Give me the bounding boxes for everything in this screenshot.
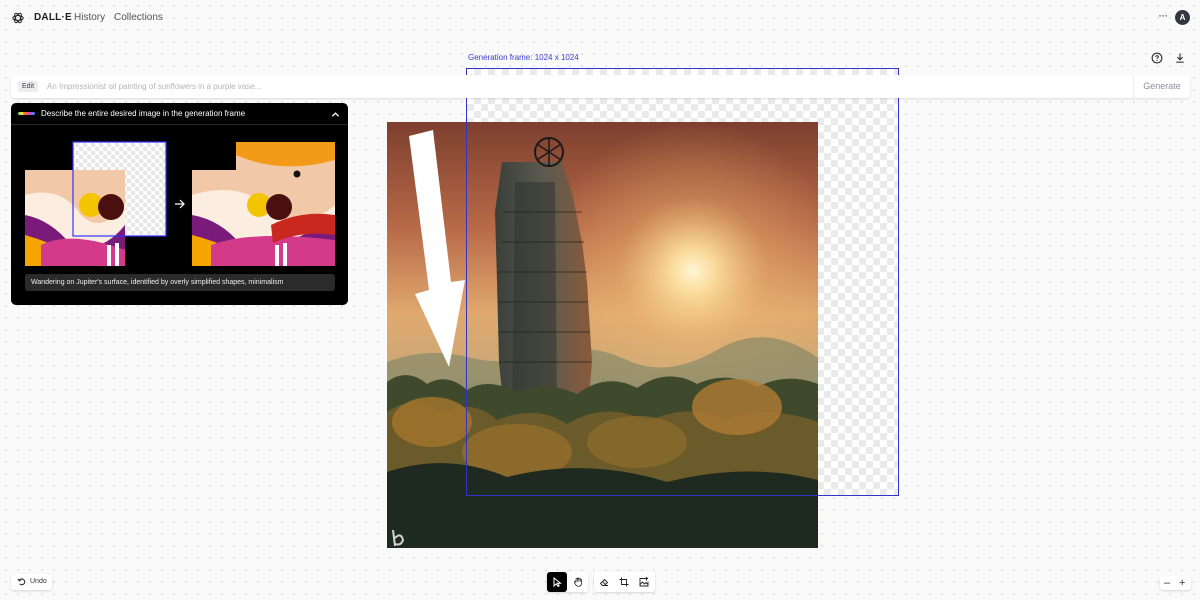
canvas-image-artwork xyxy=(387,122,818,548)
generation-frame-label: Generation frame: 1024 x 1024 xyxy=(468,53,579,62)
add-generation-frame-button[interactable] xyxy=(614,572,634,592)
help-icon[interactable] xyxy=(1151,52,1163,64)
undo-label: Undo xyxy=(30,578,47,585)
image-upload-icon xyxy=(639,577,649,587)
prompt-input[interactable] xyxy=(47,79,1127,94)
user-avatar[interactable]: A xyxy=(1175,10,1190,25)
undo-button[interactable]: Undo xyxy=(11,574,52,590)
tip-example-caption: Wandering on Jupiter's surface, identifi… xyxy=(25,274,335,291)
crop-frame-icon xyxy=(619,577,629,587)
tool-group-editing xyxy=(594,572,655,592)
eraser-icon xyxy=(599,578,609,586)
undo-icon xyxy=(17,578,26,586)
upload-image-button[interactable] xyxy=(634,572,654,592)
cursor-arrow-icon xyxy=(553,577,562,587)
zoom-controls: – + xyxy=(1160,576,1191,590)
tool-group-navigation xyxy=(547,572,588,592)
brand-name[interactable]: DALL·E xyxy=(34,12,72,23)
select-tool-button[interactable] xyxy=(547,572,567,592)
openai-logo-icon[interactable] xyxy=(11,11,25,25)
edit-badge: Edit xyxy=(18,81,39,92)
eraser-tool-button[interactable] xyxy=(594,572,614,592)
tip-header[interactable]: Describe the entire desired image in the… xyxy=(11,103,348,125)
nav-history-link[interactable]: History xyxy=(74,12,105,23)
chevron-up-icon[interactable] xyxy=(331,110,340,119)
generate-button[interactable]: Generate xyxy=(1133,75,1190,98)
pan-tool-button[interactable] xyxy=(568,572,588,592)
rainbow-icon xyxy=(18,112,35,115)
nav-collections-link[interactable]: Collections xyxy=(114,12,163,23)
tip-panel: Describe the entire desired image in the… xyxy=(11,103,348,305)
top-nav: DALL·E History Collections ··· A xyxy=(0,0,1200,36)
zoom-out-button[interactable]: – xyxy=(1164,577,1170,589)
tip-title: Describe the entire desired image in the… xyxy=(41,109,246,118)
canvas-image[interactable] xyxy=(387,122,818,548)
prompt-bar: Edit Generate xyxy=(11,75,1190,98)
tip-example-illustration xyxy=(25,141,335,266)
zoom-in-button[interactable]: + xyxy=(1179,577,1185,589)
download-icon[interactable] xyxy=(1174,52,1186,64)
hand-icon xyxy=(573,577,582,587)
more-options-icon[interactable]: ··· xyxy=(1158,9,1170,23)
